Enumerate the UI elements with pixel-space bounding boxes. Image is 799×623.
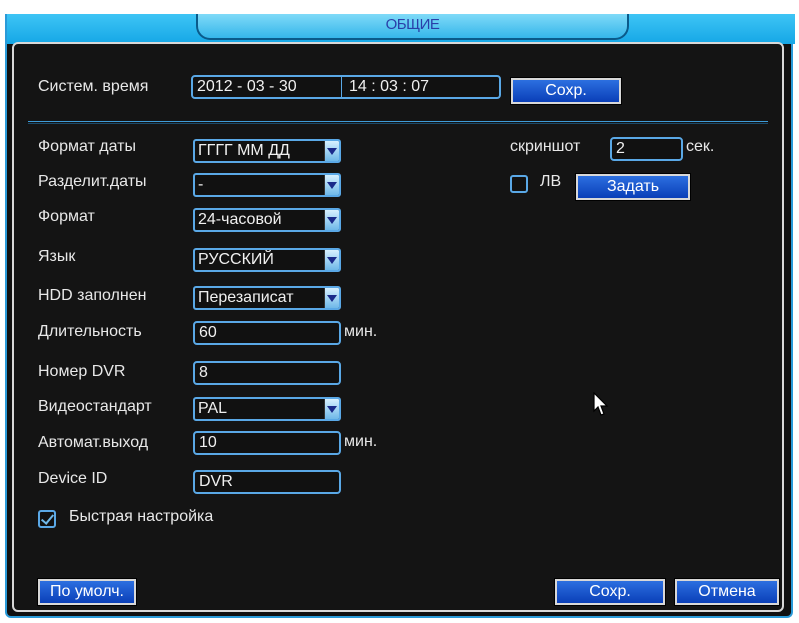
quick-setup-checkbox[interactable] [38,510,56,528]
auto-logout-unit: мин. [344,433,378,450]
auto-logout-label: Автомат.выход [38,434,149,451]
title-bar: ОБЩИЕ [7,14,795,44]
save-time-button[interactable]: Сохр. [510,77,622,105]
quick-setup-label: Быстрая настройка [69,508,214,525]
dst-label: ЛВ [540,173,562,190]
chevron-down-icon[interactable] [324,399,339,419]
date-format-label: Формат даты [38,138,136,155]
device-id-input[interactable]: DVR [193,470,341,494]
date-separator-label: Разделит.даты [38,173,147,190]
time-format-label: Формат [38,208,95,225]
language-value: РУССКИЙ [198,251,274,268]
system-time-field[interactable]: 2012 - 03 - 30 14 : 03 : 07 [191,75,501,99]
duration-label: Длительность [38,323,142,340]
time-value[interactable]: 14 : 03 : 07 [349,77,429,97]
default-button[interactable]: По умолч. [37,578,137,606]
screenshot-unit: сек. [686,138,715,155]
duration-unit: мин. [344,323,378,340]
system-time-label: Систем. время [38,78,149,95]
date-time-divider [341,77,342,97]
auto-logout-input[interactable]: 10 [193,431,341,455]
date-format-select[interactable]: ГГГГ ММ ДД [193,139,341,163]
chevron-down-icon[interactable] [324,250,339,270]
chevron-down-icon[interactable] [324,288,339,308]
time-format-value: 24-часовой [198,211,282,228]
video-standard-select[interactable]: PAL [193,397,341,421]
date-separator-value: - [198,176,204,193]
cancel-button[interactable]: Отмена [674,578,780,606]
set-dst-button[interactable]: Задать [575,173,691,201]
window-title: ОБЩИЕ [196,14,629,40]
screenshot-input[interactable]: 2 [610,137,683,161]
dvr-number-input[interactable]: 8 [193,361,341,385]
mouse-cursor-icon [593,392,609,416]
screenshot-label: скриншот [510,138,581,155]
time-format-select[interactable]: 24-часовой [193,208,341,232]
dst-checkbox[interactable] [510,175,528,193]
hdd-full-value: Перезаписат [198,289,294,306]
date-value[interactable]: 2012 - 03 - 30 [197,77,297,97]
video-standard-value: PAL [198,400,228,417]
hdd-full-select[interactable]: Перезаписат [193,286,341,310]
chevron-down-icon[interactable] [324,175,339,195]
separator-shadow [28,123,768,124]
duration-input[interactable]: 60 [193,321,341,345]
date-format-value: ГГГГ ММ ДД [198,142,290,159]
hdd-full-label: HDD заполнен [38,287,147,304]
chevron-down-icon[interactable] [324,141,339,161]
video-standard-label: Видеостандарт [38,398,152,415]
save-button[interactable]: Сохр. [554,578,666,606]
chevron-down-icon[interactable] [324,210,339,230]
device-id-label: Device ID [38,470,108,487]
date-separator-select[interactable]: - [193,173,341,197]
separator [28,121,768,122]
dvr-number-label: Номер DVR [38,363,126,380]
language-label: Язык [38,248,76,265]
language-select[interactable]: РУССКИЙ [193,248,341,272]
